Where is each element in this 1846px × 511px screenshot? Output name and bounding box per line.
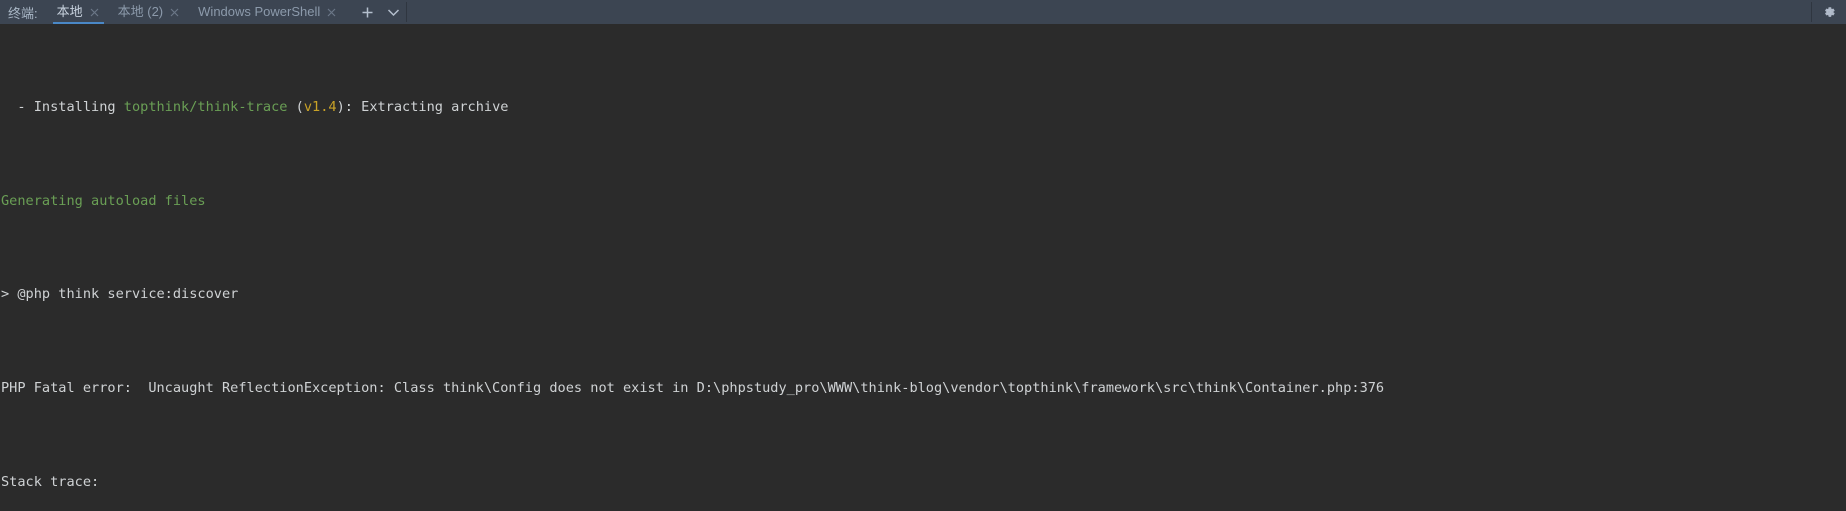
chevron-down-icon[interactable]: [380, 0, 406, 24]
tabbar-spacer: [407, 0, 1811, 24]
tab-local-2[interactable]: 本地 (2): [109, 0, 190, 24]
seg-text: - Installing: [1, 99, 124, 116]
tab-label: 本地: [56, 4, 83, 19]
gear-icon[interactable]: [1812, 0, 1846, 24]
close-icon[interactable]: [170, 8, 180, 17]
output-line-installing: - Installing topthink/think-trace (v1.4)…: [0, 96, 1846, 119]
seg-text: (: [287, 99, 304, 116]
seg-text: Generating autoload files: [1, 192, 206, 209]
seg-package: topthink/think-trace: [123, 99, 288, 116]
tab-label: Windows PowerShell: [198, 4, 321, 19]
seg-text: PHP Fatal error: Uncaught ReflectionExce…: [1, 380, 1385, 397]
plus-icon[interactable]: [354, 0, 380, 24]
seg-text: ): Extracting archive: [336, 99, 509, 116]
output-line-php-command: > @php think service:discover: [0, 283, 1846, 306]
close-icon[interactable]: [327, 8, 337, 17]
terminal-panel-label: 终端:: [8, 5, 38, 21]
terminal-tab-bar: 终端: 本地 本地 (2) Windows PowerShell: [0, 0, 1846, 24]
seg-text: Stack trace:: [1, 473, 100, 490]
tab-label: 本地 (2): [117, 4, 164, 19]
close-icon[interactable]: [90, 8, 100, 17]
seg-version: v1.4: [303, 99, 337, 116]
output-line-fatal-error: PHP Fatal error: Uncaught ReflectionExce…: [0, 377, 1846, 400]
output-line-generating-autoload: Generating autoload files: [0, 190, 1846, 213]
output-line-stack-trace-header: Stack trace:: [0, 471, 1846, 494]
tab-local-1[interactable]: 本地: [48, 0, 109, 24]
terminal-output[interactable]: - Installing topthink/think-trace (v1.4)…: [0, 24, 1846, 511]
tab-windows-powershell[interactable]: Windows PowerShell: [189, 0, 346, 24]
seg-text: > @php think service:discover: [1, 286, 239, 303]
